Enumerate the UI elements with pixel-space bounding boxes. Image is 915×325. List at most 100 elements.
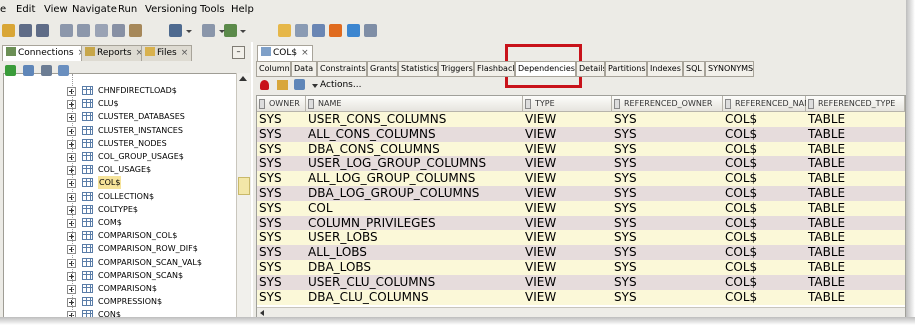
subtab-sql[interactable]: SQL <box>683 61 705 77</box>
subtab-grants[interactable]: Grants <box>367 61 398 77</box>
tree-item-comparison-[interactable]: COMPARISON$ <box>4 282 237 295</box>
undo-icon[interactable] <box>60 24 73 37</box>
save-icon[interactable] <box>19 24 32 37</box>
table-row[interactable]: SYS DBA_CONS_COLUMNS VIEW SYS COL$ TABLE <box>257 141 905 157</box>
menu-navigate[interactable]: Navigate <box>72 4 117 15</box>
table-row[interactable]: SYS USER_LOBS VIEW SYS COL$ TABLE <box>257 230 905 246</box>
table-row[interactable]: SYS USER_LOG_GROUP_COLUMNS VIEW SYS COL$ TABL… <box>257 156 905 172</box>
table-row[interactable]: SYS ALL_LOG_GROUP_COLUMNS VIEW SYS COL$ TABLE <box>257 171 905 187</box>
tree-item-collection-[interactable]: COLLECTION$ <box>4 190 237 203</box>
tree-item-cluster-databases[interactable]: CLUSTER_DATABASES <box>4 110 237 123</box>
window-icon[interactable] <box>364 24 377 37</box>
table-row[interactable]: SYS COL VIEW SYS COL$ TABLE <box>257 200 905 216</box>
actions-menu[interactable]: Actions... <box>320 80 361 90</box>
refresh-icon[interactable] <box>23 65 34 76</box>
paste-icon[interactable] <box>129 24 142 37</box>
redo-icon[interactable] <box>77 24 90 37</box>
tree-item-col-group-usage-[interactable]: COL_GROUP_USAGE$ <box>4 150 237 163</box>
db-icon[interactable] <box>295 24 308 37</box>
menu-edit[interactable]: Edit <box>16 4 35 15</box>
subtab-partitions[interactable]: Partitions <box>605 61 647 77</box>
schema-browser-icon[interactable] <box>58 65 69 76</box>
menu-versioning[interactable]: Versioning <box>145 4 197 15</box>
tree-item-comparison-scan-val-[interactable]: COMPARISON_SCAN_VAL$ <box>4 256 237 269</box>
monitor-icon[interactable] <box>312 24 325 37</box>
tree-item-col-usage-[interactable]: COL_USAGE$ <box>4 163 237 176</box>
tab-reports[interactable]: Reports × <box>81 45 148 61</box>
back-dropdown-icon[interactable] <box>186 30 192 33</box>
tree-scrollbar[interactable] <box>236 73 250 317</box>
tab-col-table[interactable]: COL$ × <box>257 45 313 61</box>
table-row[interactable]: SYS DBA_LOBS VIEW SYS COL$ TABLE <box>257 260 905 275</box>
table-row[interactable]: SYS ALL_LOBS VIEW SYS COL$ TABLE <box>257 245 905 261</box>
forward-icon[interactable] <box>202 24 215 37</box>
tab-label: Connections <box>18 48 74 58</box>
pin-icon[interactable] <box>260 80 269 90</box>
open-icon[interactable] <box>2 24 15 37</box>
tree-item-comparison-row-dif-[interactable]: COMPARISON_ROW_DIF$ <box>4 242 237 255</box>
table-row[interactable]: SYS ALL_CONS_COLUMNS VIEW SYS COL$ TABLE <box>257 126 905 142</box>
filter-icon[interactable] <box>41 65 52 76</box>
column-header-name[interactable]: NAME <box>306 96 523 112</box>
sql-worksheet-icon[interactable] <box>278 24 291 37</box>
subtab-triggers[interactable]: Triggers <box>438 61 474 77</box>
scroll-up-arrow[interactable] <box>239 76 247 81</box>
menu-run[interactable]: Run <box>118 4 137 15</box>
subtab-dependencies[interactable]: Dependencies <box>515 61 576 77</box>
run-icon[interactable] <box>224 24 237 37</box>
firefox-icon[interactable] <box>329 24 342 37</box>
tab-files[interactable]: Files × <box>141 45 193 61</box>
tree-item-cluster-nodes[interactable]: CLUSTER_NODES <box>4 137 237 150</box>
minimize-button[interactable]: – <box>232 46 245 59</box>
subtab-synonyms[interactable]: SYNONYMS <box>705 61 754 77</box>
table-row[interactable]: SYS USER_CONS_COLUMNS VIEW SYS COL$ TABLE <box>257 112 905 127</box>
tree-item-clu-[interactable]: CLU$ <box>4 97 237 110</box>
tree-item-coltype-[interactable]: COLTYPE$ <box>4 203 237 216</box>
tree-item-chnfdirectload-[interactable]: CHNFDIRECTLOAD$ <box>4 84 237 97</box>
menu-tools[interactable]: Tools <box>200 4 225 15</box>
tree-item-label: COL_GROUP_USAGE$ <box>98 152 184 161</box>
subtab-flashback[interactable]: Flashback <box>474 61 515 77</box>
subtab-indexes[interactable]: Indexes <box>647 61 683 77</box>
scroll-thumb-grip[interactable] <box>238 177 250 195</box>
back-icon[interactable] <box>169 24 182 37</box>
actions-dropdown-arrow[interactable] <box>312 84 318 88</box>
run-dropdown-icon[interactable] <box>240 30 246 33</box>
column-header-owner[interactable]: OWNER <box>257 96 306 112</box>
tree-item-com-[interactable]: COM$ <box>4 216 237 229</box>
subtab-details[interactable]: Details <box>576 61 605 77</box>
table-row[interactable]: SYS COLUMN_PRIVILEGES VIEW SYS COL$ TABLE <box>257 215 905 231</box>
save-all-icon[interactable] <box>36 24 49 37</box>
ie-icon[interactable] <box>347 24 360 37</box>
forward-dropdown-icon[interactable] <box>219 30 225 33</box>
cut-icon[interactable] <box>95 24 108 37</box>
table-row[interactable]: SYS DBA_CLU_COLUMNS VIEW SYS COL$ TABLE <box>257 289 905 305</box>
subtab-constraints[interactable]: Constraints <box>317 61 367 77</box>
close-icon[interactable]: × <box>301 48 309 58</box>
close-icon[interactable]: × <box>181 48 189 58</box>
table-row[interactable]: SYS DBA_LOG_GROUP_COLUMNS VIEW SYS COL$ TABLE <box>257 186 905 201</box>
tree-item-comparison-col-[interactable]: COMPARISON_COL$ <box>4 229 237 242</box>
tree-item-compression-[interactable]: COMPRESSION$ <box>4 295 237 308</box>
column-header-referenced-name[interactable]: REFERENCED_NAME <box>723 96 816 112</box>
table-cell: TABLE <box>808 200 846 215</box>
subtab-statistics[interactable]: Statistics <box>398 61 438 77</box>
copy-icon[interactable] <box>112 24 125 37</box>
tree-item-comparison-scan-[interactable]: COMPARISON_SCAN$ <box>4 269 237 282</box>
refresh-grid-icon[interactable] <box>294 79 305 90</box>
tab-connections[interactable]: Connections× <box>2 45 90 61</box>
scroll-left-arrow[interactable] <box>260 310 264 316</box>
subtab-columns[interactable]: Columns <box>256 61 291 77</box>
column-header-type[interactable]: TYPE <box>523 96 612 112</box>
column-header-referenced-type[interactable]: REFERENCED_TYPE <box>806 96 905 112</box>
menu-view[interactable]: View <box>44 4 68 15</box>
table-row[interactable]: SYS USER_CLU_COLUMNS VIEW SYS COL$ TABLE <box>257 274 905 290</box>
menu-e[interactable]: e <box>0 4 6 15</box>
column-header-referenced-owner[interactable]: REFERENCED_OWNER <box>612 96 723 112</box>
tree-item-col-[interactable]: COL$ <box>4 176 237 190</box>
add-connection-icon[interactable] <box>5 65 16 76</box>
tree-item-cluster-instances[interactable]: CLUSTER_INSTANCES <box>4 124 237 137</box>
edit-icon[interactable] <box>277 80 288 90</box>
subtab-data[interactable]: Data <box>291 61 317 77</box>
menu-help[interactable]: Help <box>231 4 254 15</box>
